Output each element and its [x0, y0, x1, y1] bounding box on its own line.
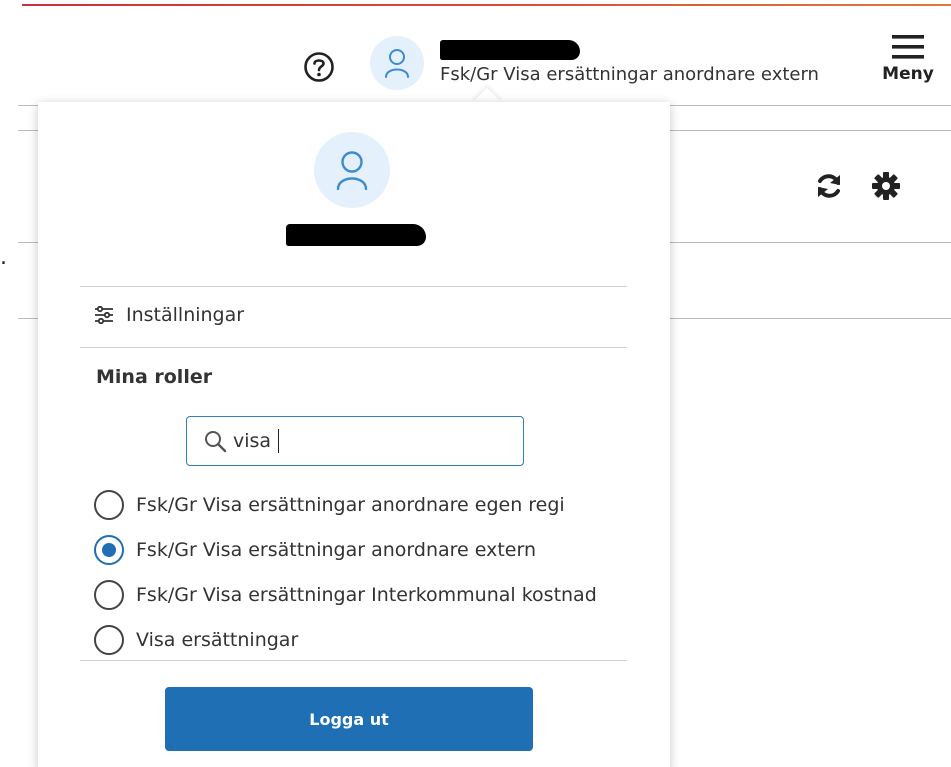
- sliders-icon: [95, 306, 113, 324]
- roles-heading: Mina roller: [96, 366, 213, 388]
- background-text-fragment: .: [0, 245, 7, 270]
- redacted-username: [440, 40, 580, 60]
- avatar: [314, 132, 390, 208]
- divider: [80, 660, 627, 661]
- user-icon: [385, 49, 409, 78]
- user-icon: [336, 151, 368, 191]
- role-label: Fsk/Gr Visa ersättningar anordnare exter…: [136, 538, 537, 561]
- redacted-username: [286, 224, 426, 246]
- role-label: Fsk/Gr Visa ersättningar Interkommunal k…: [136, 583, 597, 606]
- app-header: Fsk/Gr Visa ersättningar anordnare exter…: [0, 6, 951, 106]
- menu-label: Meny: [882, 64, 934, 84]
- hamburger-icon: [892, 35, 924, 59]
- question-circle-icon[interactable]: [303, 51, 335, 83]
- role-list: Fsk/Gr Visa ersättningar anordnare egen …: [94, 482, 597, 662]
- role-radio[interactable]: [94, 624, 124, 655]
- divider: [80, 286, 627, 287]
- role-option[interactable]: Fsk/Gr Visa ersättningar Interkommunal k…: [94, 572, 597, 617]
- role-radio[interactable]: [94, 579, 124, 610]
- divider: [80, 347, 627, 348]
- settings-link[interactable]: Inställningar: [94, 304, 244, 326]
- role-option[interactable]: Fsk/Gr Visa ersättningar anordnare egen …: [94, 482, 597, 527]
- role-option[interactable]: Visa ersättningar: [94, 617, 597, 662]
- refresh-icon[interactable]: [813, 170, 845, 202]
- role-label: Visa ersättningar: [136, 628, 299, 651]
- search-value: visa: [233, 430, 272, 452]
- role-radio[interactable]: [94, 489, 124, 520]
- search-icon: [205, 431, 227, 453]
- menu-button[interactable]: Meny: [878, 34, 938, 94]
- user-menu-popover: Inställningar Mina roller visa Fsk/Gr Vi…: [38, 102, 670, 767]
- gear-icon[interactable]: [870, 170, 902, 202]
- settings-label: Inställningar: [126, 304, 245, 326]
- current-role-label[interactable]: Fsk/Gr Visa ersättningar anordnare exter…: [440, 64, 819, 85]
- role-radio-selected[interactable]: [94, 534, 124, 565]
- text-cursor: [278, 429, 280, 453]
- avatar[interactable]: [370, 36, 424, 90]
- logout-button[interactable]: Logga ut: [165, 687, 533, 751]
- role-label: Fsk/Gr Visa ersättningar anordnare egen …: [136, 493, 565, 516]
- role-option[interactable]: Fsk/Gr Visa ersättningar anordnare exter…: [94, 527, 597, 572]
- role-search-input[interactable]: visa: [186, 416, 524, 466]
